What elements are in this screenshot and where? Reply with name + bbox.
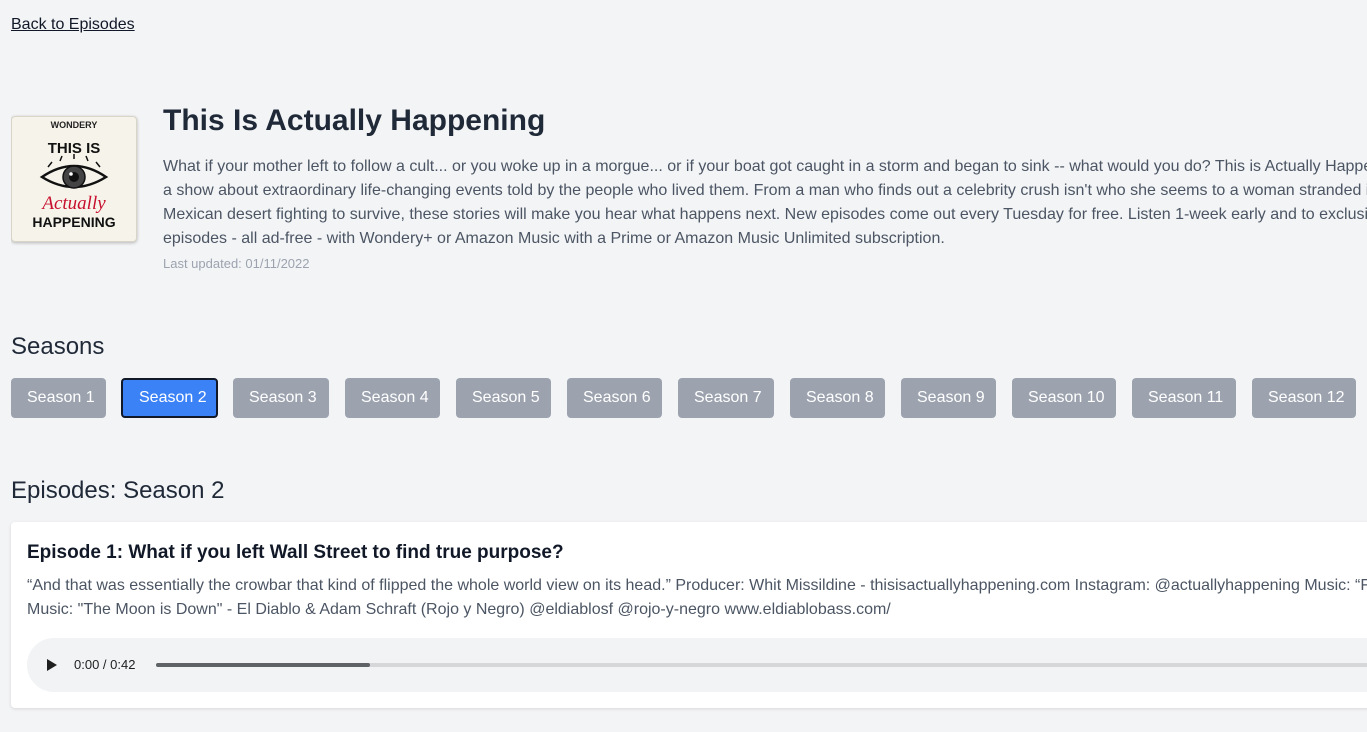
season-4-button[interactable]: Season 4 [345, 378, 440, 418]
podcast-header: WONDERY THIS IS Actually HAPPENING This … [11, 104, 1367, 284]
episode-description: “And that was essentially the crowbar th… [27, 577, 1367, 618]
season-9-button[interactable]: Season 9 [901, 378, 996, 418]
progress-fill [156, 663, 371, 667]
cover-line2: Actually [40, 193, 106, 214]
season-3-button[interactable]: Season 3 [233, 378, 329, 418]
podcast-cover-art: WONDERY THIS IS Actually HAPPENING [11, 116, 137, 242]
last-updated-text: Last updated: 01/11/2022 [163, 256, 310, 271]
season-5-button[interactable]: Season 5 [456, 378, 551, 418]
podcast-description: What if your mother left to follow a cul… [163, 158, 1367, 247]
season-8-button[interactable]: Season 8 [790, 378, 885, 418]
season-button-row: Season 1 Season 2 Season 3 Season 4 Seas… [11, 378, 1367, 420]
season-7-button[interactable]: Season 7 [678, 378, 774, 418]
podcast-title: This Is Actually Happening [163, 104, 546, 137]
time-display: 0:00 / 0:42 [74, 657, 136, 672]
season-12-button[interactable]: Season 12 [1252, 378, 1356, 418]
cover-publisher: WONDERY [51, 120, 98, 130]
season-6-button[interactable]: Season 6 [567, 378, 662, 418]
play-icon [47, 659, 57, 671]
audio-player: 0:00 / 0:42 [27, 638, 1367, 692]
progress-bar[interactable] [156, 663, 1367, 667]
cover-art-image: WONDERY THIS IS Actually HAPPENING [32, 120, 115, 230]
season-10-button[interactable]: Season 10 [1012, 378, 1116, 418]
season-2-button[interactable]: Season 2 [121, 378, 218, 418]
episode-title: Episode 1: What if you left Wall Street … [27, 542, 564, 563]
cover-line3: HAPPENING [32, 214, 115, 230]
back-to-episodes-link[interactable]: Back to Episodes [11, 16, 135, 34]
eye-icon [39, 154, 109, 189]
episode-card: Episode 1: What if you left Wall Street … [11, 522, 1367, 708]
season-11-button[interactable]: Season 11 [1132, 378, 1236, 418]
season-1-button[interactable]: Season 1 [11, 378, 106, 418]
episodes-heading: Episodes: Season 2 [11, 477, 225, 504]
seasons-heading: Seasons [11, 333, 105, 360]
play-button[interactable] [41, 655, 61, 675]
